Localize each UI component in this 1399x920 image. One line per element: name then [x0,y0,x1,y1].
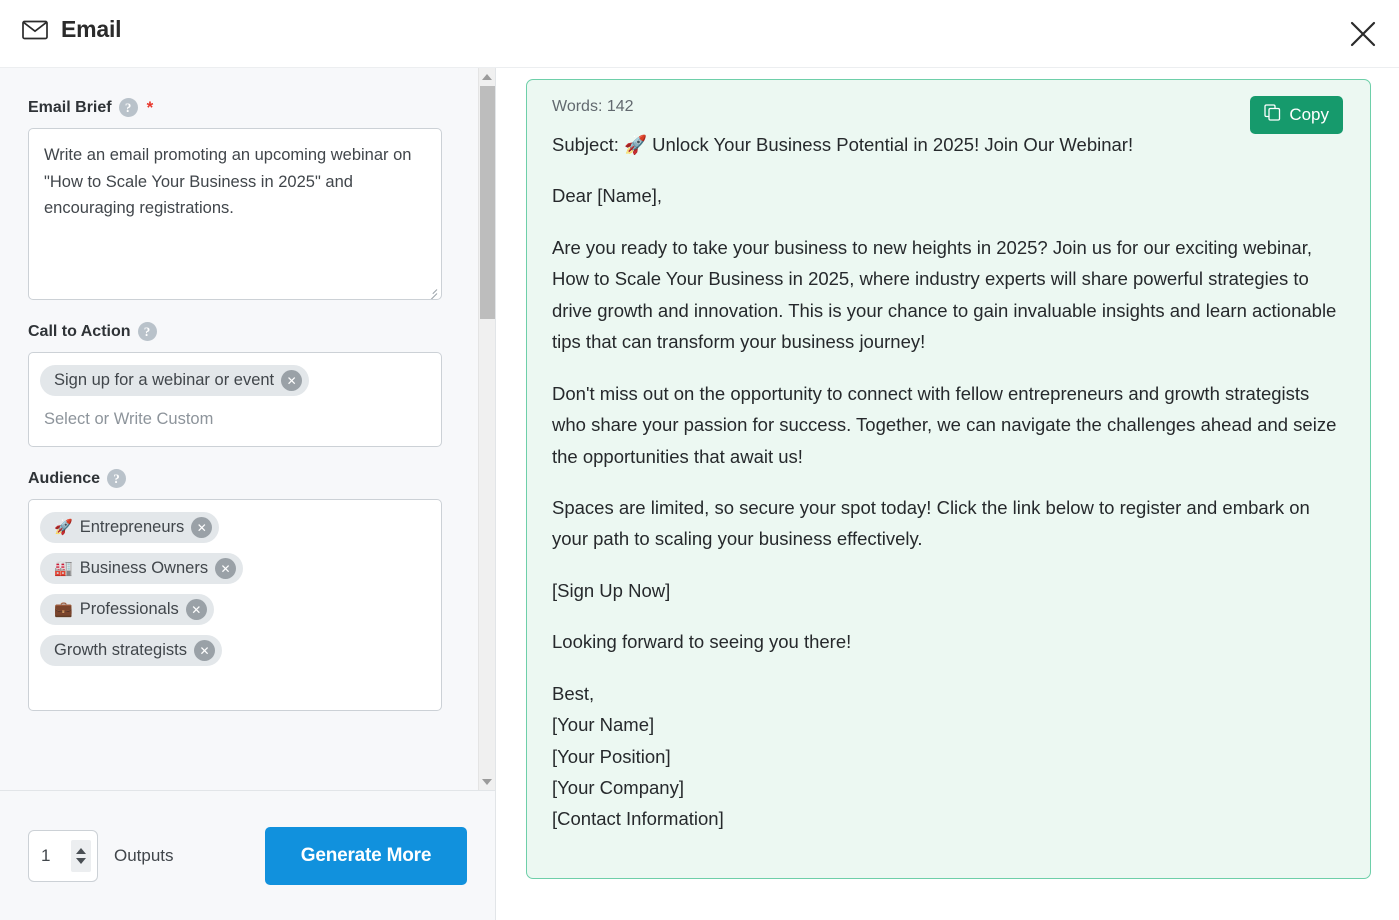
field-label-email-brief: Email Brief ? * [28,98,468,117]
chip-label: Entrepreneurs [79,518,185,536]
form-scrollbar[interactable] [478,68,495,790]
scroll-down-icon[interactable] [479,773,495,790]
copy-button[interactable]: Copy [1250,96,1343,134]
email-brief-value: Write an email promoting an upcoming web… [44,146,412,218]
audience-label: Audience [28,469,101,487]
chip-row: 🚀 Entrepreneurs ✕ [40,509,430,550]
email-brief-input[interactable]: Write an email promoting an upcoming web… [28,128,442,300]
field-call-to-action: Call to Action ? Sign up for a webinar o… [28,322,468,447]
chip-row: 💼 Professionals ✕ [40,591,430,632]
chip-label: Sign up for a webinar or event [54,371,275,389]
result-subject: Subject: 🚀 Unlock Your Business Potentia… [552,134,1134,155]
chip-audience-business-owners[interactable]: 🏭 Business Owners ✕ [40,553,244,584]
help-circle-icon[interactable]: ? [118,98,138,117]
result-paragraph-1: Are you ready to take your business to n… [552,236,1337,353]
result-paragraph-2: Don't miss out on the opportunity to con… [552,382,1337,467]
help-circle-icon[interactable]: ? [137,322,157,341]
result-greeting: Dear [Name], [552,185,663,207]
chip-label: Business Owners [79,559,209,577]
result-text: Subject: 🚀 Unlock Your Business Potentia… [552,129,1348,835]
chip-label: Growth strategists [54,641,187,659]
help-circle-icon[interactable]: ? [107,469,127,488]
signature-contact: [Contact Information] [552,808,724,830]
result-panel: Words: 142 Copy Subject: 🚀 Unlock Your B… [526,79,1371,879]
rocket-icon: 🚀 [54,519,73,536]
scrollbar-thumb[interactable] [480,86,495,319]
outputs-spinner-icon[interactable] [71,839,91,872]
outputs-stepper[interactable]: 1 [28,829,98,882]
generate-more-button[interactable]: Generate More [265,826,467,885]
resize-grip-icon[interactable] [425,284,438,299]
remove-chip-icon[interactable]: ✕ [185,599,207,620]
outputs-label: Outputs [114,845,174,865]
envelope-icon [22,20,48,40]
remove-chip-icon[interactable]: ✕ [281,370,303,391]
copy-icon [1264,104,1281,126]
chip-row: Sign up for a webinar or event ✕ [40,362,430,403]
result-cta-link: [Sign Up Now] [552,579,671,601]
scroll-up-icon[interactable] [479,68,495,85]
factory-icon: 🏭 [54,560,73,577]
email-brief-label: Email Brief [28,98,112,116]
chip-row: 🏭 Business Owners ✕ [40,550,430,591]
field-audience: Audience ? 🚀 Entrepreneurs ✕ 🏭 Business … [28,469,468,711]
close-icon[interactable] [1339,10,1387,58]
field-label-call-to-action: Call to Action ? [28,322,468,341]
required-marker: * [146,98,154,117]
title-group: Email [22,16,122,43]
remove-chip-icon[interactable]: ✕ [193,640,215,661]
form-panel: Email Brief ? * Write an email promoting… [0,68,496,920]
outputs-value: 1 [41,845,51,865]
call-to-action-placeholder[interactable]: Select or Write Custom [40,403,430,435]
signature-position: [Your Position] [552,745,671,767]
signature-company: [Your Company] [552,777,684,798]
word-count-label: Words: 142 [552,98,634,115]
copy-label: Copy [1289,105,1329,124]
chip-label: Professionals [79,600,179,618]
result-closing: Looking forward to seeing you there! [552,631,852,653]
call-to-action-input[interactable]: Sign up for a webinar or event ✕ Select … [28,352,442,447]
result-header: Words: 142 [552,98,1348,124]
form-scroll-area: Email Brief ? * Write an email promoting… [0,68,496,790]
dialog-titlebar: Email [0,0,1399,68]
result-paragraph-3: Spaces are limited, so secure your spot … [552,496,1310,550]
call-to-action-label: Call to Action [28,322,131,340]
page-title: Email [61,16,122,42]
signature-name: [Your Name] [552,714,655,736]
sign-off: Best, [552,682,595,704]
chip-audience-entrepreneurs[interactable]: 🚀 Entrepreneurs ✕ [40,512,220,543]
briefcase-icon: 💼 [54,601,73,618]
audience-input[interactable]: 🚀 Entrepreneurs ✕ 🏭 Business Owners ✕ 💼 [28,499,442,711]
result-signature: Best, [Your Name] [Your Position] [Your … [552,678,1348,835]
chip-audience-growth-strategists[interactable]: Growth strategists ✕ [40,635,222,666]
remove-chip-icon[interactable]: ✕ [191,517,213,538]
form-footer: 1 Outputs Generate More [0,790,495,920]
chip-audience-professionals[interactable]: 💼 Professionals ✕ [40,594,214,625]
remove-chip-icon[interactable]: ✕ [215,558,237,579]
field-email-brief: Email Brief ? * Write an email promoting… [28,98,468,300]
chip-row: Growth strategists ✕ [40,632,430,673]
chip-call-to-action[interactable]: Sign up for a webinar or event ✕ [40,365,310,396]
field-label-audience: Audience ? [28,469,468,488]
